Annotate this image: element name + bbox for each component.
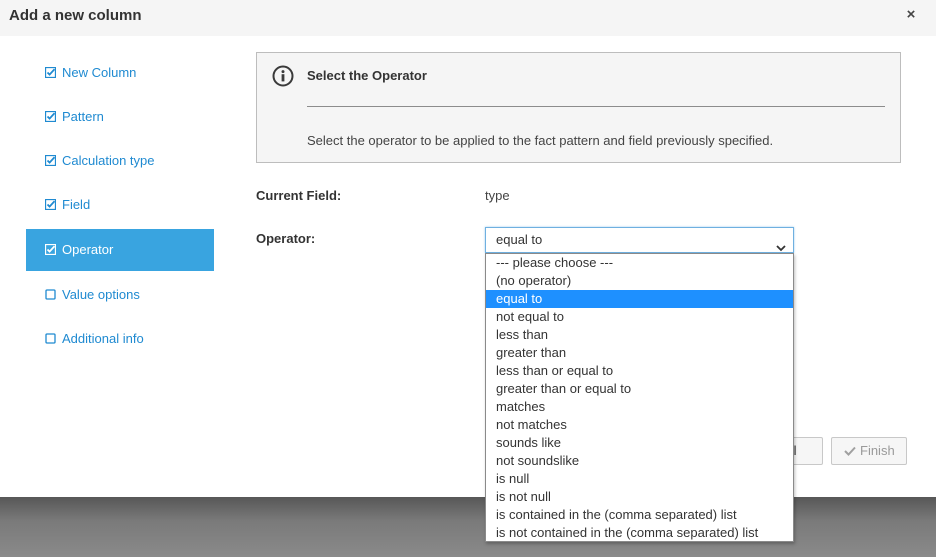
checked-box-icon (45, 199, 56, 210)
add-column-dialog: Add a new column × New Column Pattern Ca… (0, 0, 936, 497)
checked-box-icon (45, 155, 56, 166)
step-pattern[interactable]: Pattern (26, 96, 214, 138)
option-please-choose[interactable]: --- please choose --- (486, 254, 793, 272)
operator-selected-value: equal to (496, 232, 543, 247)
option-not-soundslike[interactable]: not soundslike (486, 452, 793, 470)
step-value-options[interactable]: Value options (26, 274, 214, 316)
option-is-null[interactable]: is null (486, 470, 793, 488)
help-panel: Select the Operator Select the operator … (256, 52, 901, 163)
step-calculation-type[interactable]: Calculation type (26, 140, 214, 182)
checked-box-icon (45, 244, 56, 255)
option-not-equal-to[interactable]: not equal to (486, 308, 793, 326)
chevron-down-icon (776, 236, 786, 252)
option-less-than-or-equal[interactable]: less than or equal to (486, 362, 793, 380)
step-label: Value options (62, 287, 140, 302)
dialog-title: Add a new column (9, 7, 142, 24)
option-greater-than[interactable]: greater than (486, 344, 793, 362)
check-icon (844, 439, 856, 456)
option-less-than[interactable]: less than (486, 326, 793, 344)
dialog-header: Add a new column × (0, 0, 936, 36)
finish-label: Finish (860, 443, 895, 458)
finish-button[interactable]: Finish (831, 437, 907, 465)
checked-box-icon (45, 67, 56, 78)
current-field-label: Current Field: (256, 188, 342, 203)
step-label: Pattern (62, 109, 104, 124)
option-matches[interactable]: matches (486, 398, 793, 416)
help-divider (307, 106, 885, 107)
close-icon[interactable]: × (904, 7, 918, 22)
step-field[interactable]: Field (26, 184, 214, 226)
step-label: Field (62, 197, 91, 212)
operator-label: Operator: (256, 231, 316, 246)
page-backdrop (0, 497, 936, 557)
step-label: Operator (62, 242, 114, 257)
operator-select[interactable]: equal to (485, 227, 794, 253)
unchecked-box-icon (45, 289, 56, 300)
help-title: Select the Operator (307, 68, 427, 83)
info-icon (272, 65, 294, 87)
step-new-column[interactable]: New Column (26, 52, 214, 94)
option-greater-than-or-equal[interactable]: greater than or equal to (486, 380, 793, 398)
step-operator[interactable]: Operator (26, 229, 214, 271)
checked-box-icon (45, 111, 56, 122)
option-not-matches[interactable]: not matches (486, 416, 793, 434)
option-not-in-list[interactable]: is not contained in the (comma separated… (486, 524, 793, 542)
operator-options-list: --- please choose --- (no operator) equa… (485, 253, 794, 542)
unchecked-box-icon (45, 333, 56, 344)
step-label: New Column (62, 65, 137, 80)
step-label: Calculation type (62, 153, 155, 168)
current-field-value: type (485, 188, 510, 203)
help-description: Select the operator to be applied to the… (307, 133, 774, 148)
step-additional-info[interactable]: Additional info (26, 318, 214, 360)
option-no-operator[interactable]: (no operator) (486, 272, 793, 290)
option-sounds-like[interactable]: sounds like (486, 434, 793, 452)
option-equal-to[interactable]: equal to (486, 290, 793, 308)
step-label: Additional info (62, 331, 144, 346)
option-in-list[interactable]: is contained in the (comma separated) li… (486, 506, 793, 524)
option-is-not-null[interactable]: is not null (486, 488, 793, 506)
